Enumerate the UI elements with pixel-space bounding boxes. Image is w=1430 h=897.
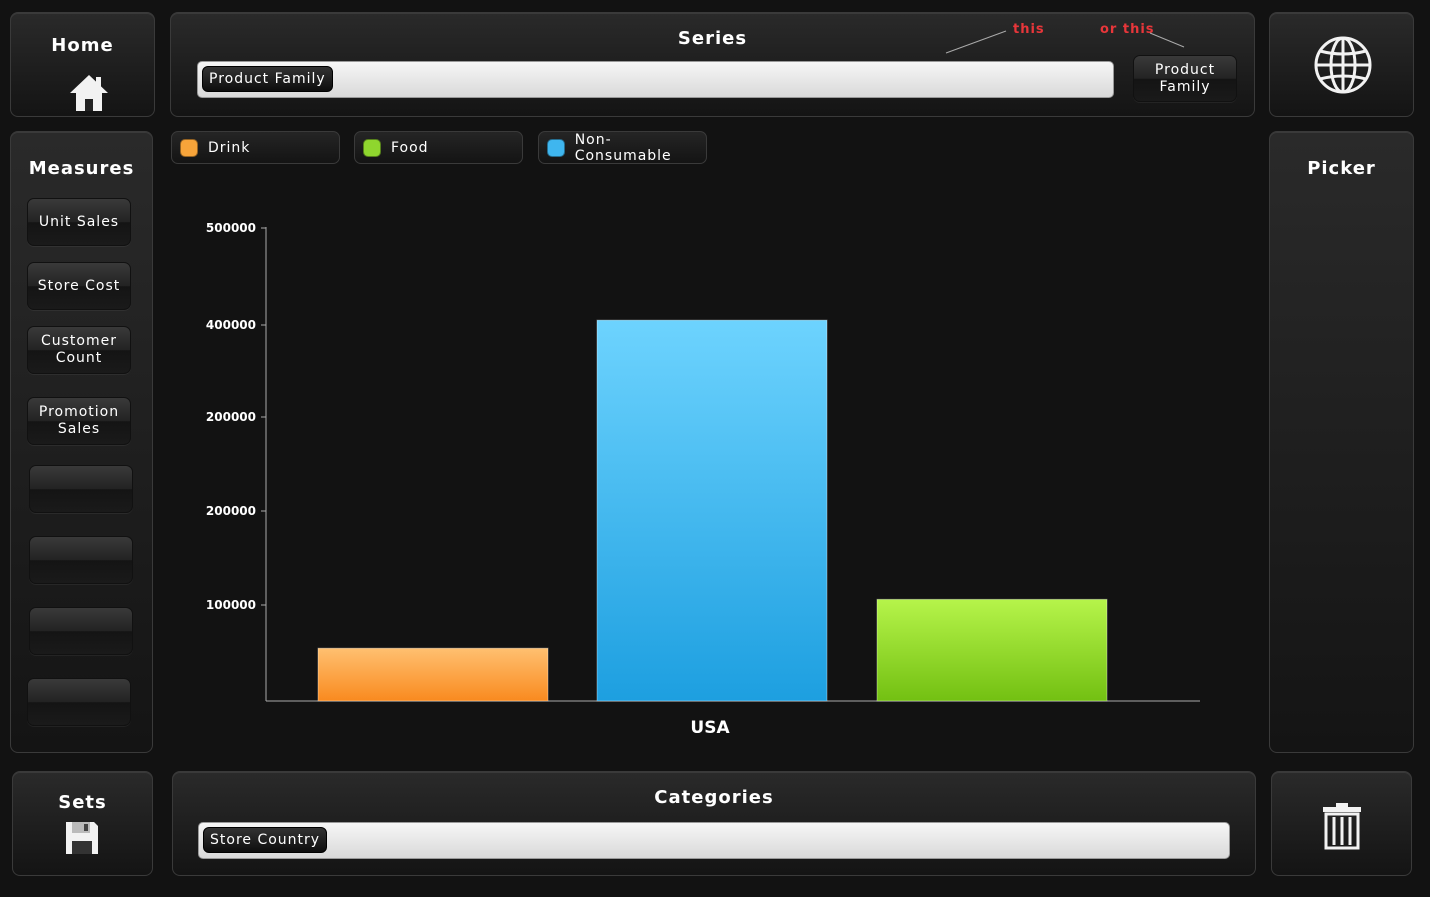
series-drop-zone[interactable]: Product Family — [197, 61, 1114, 98]
bar-chart: 500000 400000 200000 200000 100000 USA — [206, 221, 1200, 738]
y-tick-label: 500000 — [206, 221, 256, 235]
legend-food-label: Food — [391, 139, 429, 156]
categories-chip-store-country[interactable]: Store Country — [203, 827, 328, 853]
series-option-product-family-button[interactable]: Product Family — [1133, 55, 1237, 102]
measure-unit-sales-button[interactable]: Unit Sales — [27, 198, 131, 246]
bar-drink[interactable] — [317, 647, 549, 702]
floppy-disk-icon — [66, 822, 98, 854]
categories-drop-zone[interactable]: Store Country — [198, 822, 1230, 859]
legend-food-swatch — [363, 138, 381, 157]
x-category-label: USA — [690, 718, 730, 738]
y-tick-label: 100000 — [206, 598, 256, 612]
measure-promotion-sales-button[interactable]: Promotion Sales — [27, 397, 131, 445]
measure-empty-slot-1[interactable] — [29, 465, 133, 513]
legend-non-consumable[interactable]: Non-Consumable — [538, 131, 707, 164]
legend-drink-swatch — [180, 138, 198, 157]
home-label: Home — [51, 35, 114, 56]
y-tick-label: 200000 — [206, 504, 256, 518]
measure-store-cost-button[interactable]: Store Cost — [27, 262, 131, 310]
legend-food[interactable]: Food — [354, 131, 523, 164]
measure-empty-slot-3[interactable] — [29, 607, 133, 655]
measure-customer-count-button[interactable]: Customer Count — [27, 326, 131, 374]
measures-title: Measures — [28, 158, 135, 179]
picker-title: Picker — [1307, 158, 1376, 179]
legend-non-consumable-label: Non-Consumable — [574, 131, 672, 164]
legend-non-consumable-swatch — [547, 138, 565, 157]
bar-food[interactable] — [876, 598, 1108, 702]
y-tick-label: 400000 — [206, 318, 256, 332]
trash-button[interactable] — [1271, 771, 1412, 876]
globe-button[interactable] — [1269, 12, 1414, 117]
categories-title: Categories — [654, 787, 774, 808]
home-icon — [70, 75, 108, 111]
measures-panel: Measures Unit Sales Store Cost Customer … — [10, 131, 153, 753]
legend-drink[interactable]: Drink — [171, 131, 340, 164]
annotation-lines — [945, 30, 1185, 54]
series-chip-product-family[interactable]: Product Family — [202, 66, 333, 92]
y-tick-label: 200000 — [206, 410, 256, 424]
legend-drink-label: Drink — [208, 139, 251, 156]
measure-empty-slot-4[interactable] — [27, 678, 131, 726]
globe-icon — [1314, 36, 1372, 94]
bar-non-consumable[interactable] — [596, 319, 828, 702]
trash-icon — [1323, 803, 1361, 850]
sets-label: Sets — [58, 792, 107, 813]
sets-button[interactable]: Sets — [12, 771, 153, 876]
picker-panel: Picker — [1269, 131, 1414, 753]
categories-panel: Categories Store Country — [172, 771, 1256, 876]
measure-empty-slot-2[interactable] — [29, 536, 133, 584]
home-button[interactable]: Home — [10, 12, 155, 117]
